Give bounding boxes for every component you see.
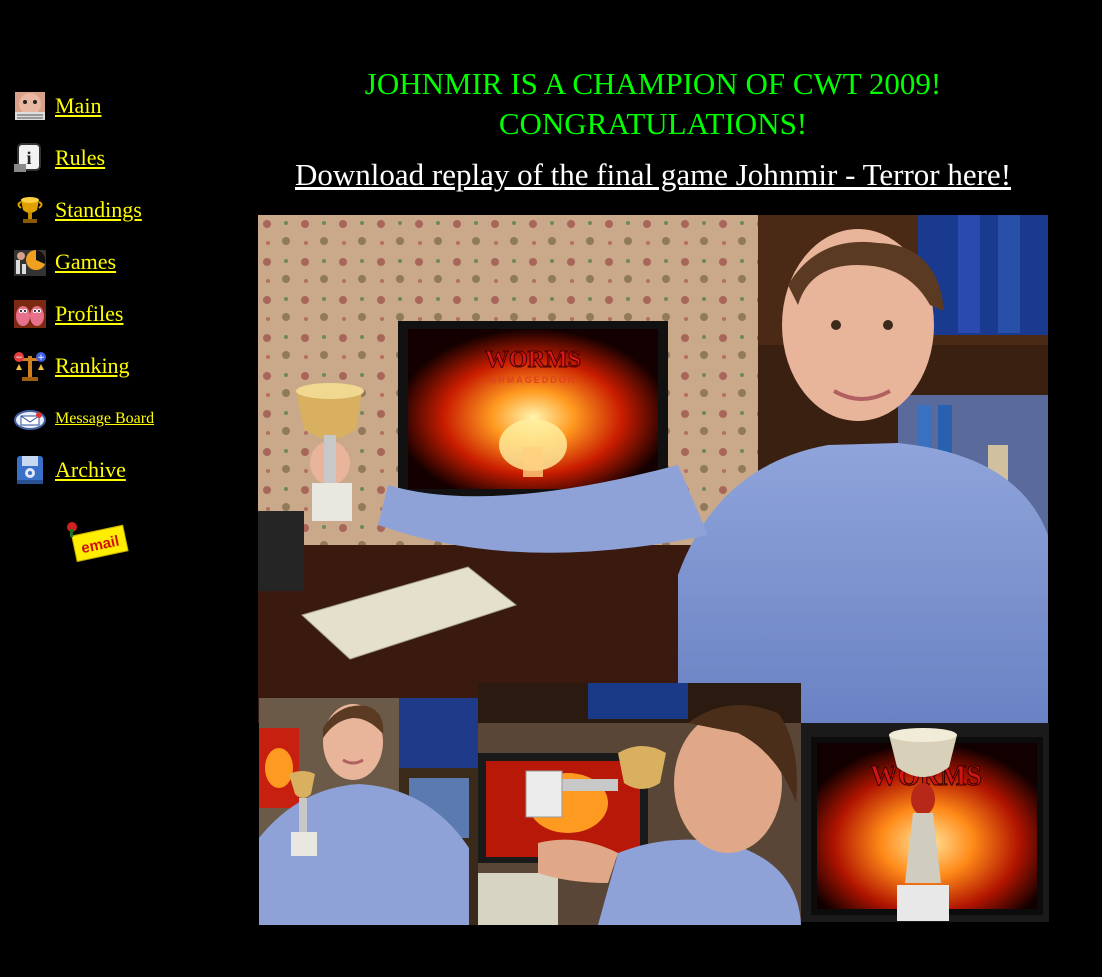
nav-link-standings[interactable]: Standings	[55, 197, 142, 223]
nav-link-ranking[interactable]: Ranking	[55, 353, 130, 379]
nav-item-main[interactable]: Main	[12, 88, 101, 124]
nav-item-standings[interactable]: Standings	[12, 192, 142, 228]
svg-text:−: −	[15, 353, 23, 363]
main-photo: WORMS ARMAGEDDON	[258, 215, 1048, 723]
download-replay-link[interactable]: Download replay of the final game Johnmi…	[258, 157, 1048, 193]
nav-link-message-board[interactable]: Message Board	[55, 410, 154, 428]
nav-link-profiles[interactable]: Profiles	[55, 301, 123, 327]
email-badge[interactable]: email	[64, 519, 130, 565]
worms-icon	[14, 300, 46, 328]
headline-line-2: CONGRATULATIONS!	[498, 106, 808, 141]
nav-link-archive[interactable]: Archive	[55, 457, 126, 483]
scale-icon: − +	[14, 352, 46, 381]
worms-logo-text: WORMS	[485, 347, 581, 373]
nav-item-ranking[interactable]: − + Ranking	[12, 348, 130, 384]
nav-link-main[interactable]: Main	[55, 93, 101, 119]
nav-item-message-board[interactable]: Message Board	[12, 401, 154, 437]
info-icon: i	[14, 143, 41, 172]
photo-kissing-cup	[478, 683, 801, 925]
trophy-icon	[17, 197, 43, 223]
page: Main i Rules Standings Games Profiles − …	[0, 0, 1102, 977]
champion-headline: JOHNMIR IS A CHAMPION OF CWT 2009! CONGR…	[258, 64, 1048, 144]
nav-item-games[interactable]: Games	[12, 244, 116, 280]
photo-cup-on-desk: WORMS	[801, 723, 1049, 922]
nav-link-games[interactable]: Games	[55, 249, 116, 275]
message-icon	[14, 410, 46, 430]
games-icon	[14, 250, 46, 276]
floppy-icon	[17, 456, 43, 484]
nav-item-rules[interactable]: i Rules	[12, 140, 105, 176]
armageddon-logo-text: ARMAGEDDON	[490, 375, 577, 385]
photo-holding-cup	[259, 698, 479, 925]
nav-link-rules[interactable]: Rules	[55, 145, 105, 171]
nav-item-profiles[interactable]: Profiles	[12, 296, 123, 332]
face-icon	[15, 92, 45, 120]
nav-item-archive[interactable]: Archive	[12, 452, 126, 488]
svg-text:i: i	[26, 148, 31, 168]
svg-text:+: +	[37, 353, 45, 363]
headline-line-1: JOHNMIR IS A CHAMPION OF CWT 2009!	[364, 66, 942, 101]
